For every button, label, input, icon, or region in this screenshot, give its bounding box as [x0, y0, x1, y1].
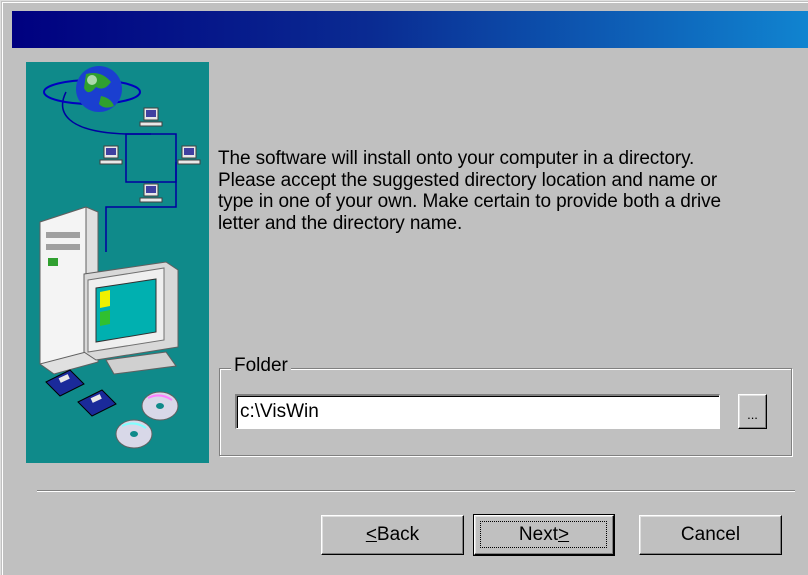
cd-disc-icon	[141, 391, 179, 421]
network-computer-icon	[177, 145, 201, 165]
network-computer-icon	[139, 107, 163, 127]
installer-illustration	[39, 66, 201, 449]
globe-icon	[43, 66, 141, 112]
focus-rectangle	[480, 521, 607, 548]
desktop-computer-icon	[39, 206, 179, 375]
floppy-disk-icon	[45, 369, 85, 397]
browse-button[interactable]: ...	[738, 394, 767, 429]
network-computer-icon	[99, 145, 123, 165]
cd-disc-icon	[115, 419, 153, 449]
network-computer-icon	[139, 183, 163, 203]
next-button[interactable]: Next>	[473, 514, 615, 556]
cancel-button[interactable]: Cancel	[639, 515, 782, 555]
install-description: The software will install onto your comp…	[218, 148, 721, 234]
back-accelerator: <	[365, 524, 377, 545]
back-button-label: <Back	[366, 524, 419, 546]
setup-dialog: The software will install onto your comp…	[0, 0, 808, 575]
installer-artwork	[26, 62, 209, 463]
back-button-text: Back	[376, 524, 420, 545]
floppy-disk-icon	[77, 389, 117, 417]
button-separator	[37, 490, 795, 492]
back-button[interactable]: <Back	[321, 515, 464, 555]
browse-button-label: ...	[747, 407, 758, 422]
cancel-button-label: Cancel	[680, 524, 741, 545]
title-bar[interactable]	[12, 11, 808, 48]
folder-path-input[interactable]: c:\VisWin	[235, 394, 720, 429]
folder-group-label: Folder	[231, 355, 291, 377]
